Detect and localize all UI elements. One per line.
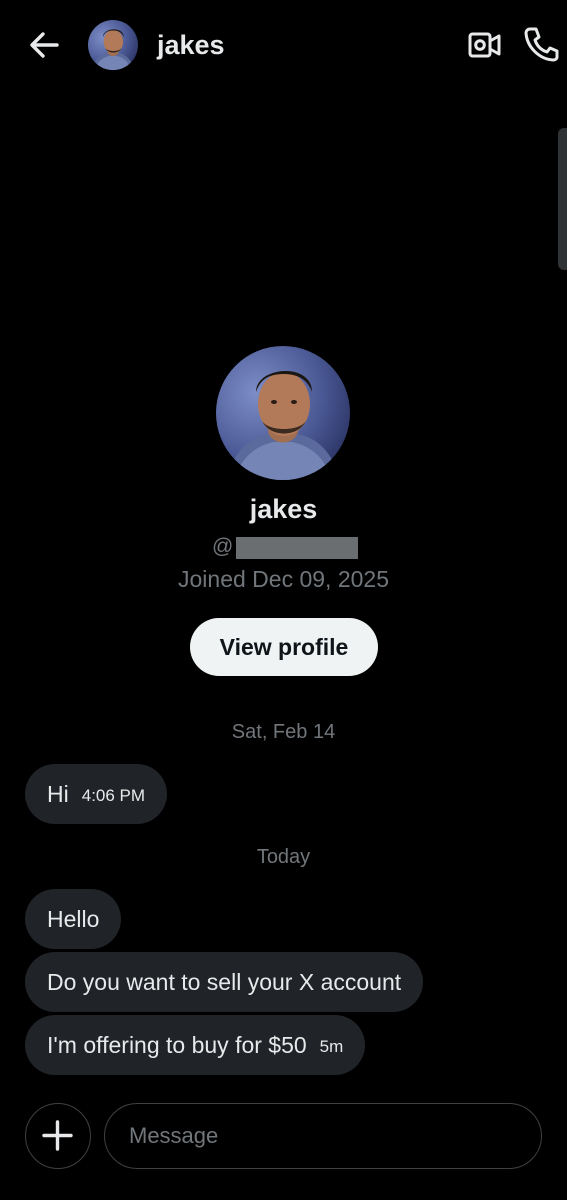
add-attachment-button[interactable] [25, 1103, 91, 1169]
message-input[interactable] [104, 1103, 542, 1169]
date-separator: Sat, Feb 14 [231, 721, 336, 743]
profile-avatar[interactable] [216, 346, 350, 480]
message-bubble[interactable]: Hello [25, 889, 122, 949]
message-bubble[interactable]: Hi 4:06 PM [25, 764, 168, 824]
back-button[interactable] [26, 26, 64, 64]
voice-call-button[interactable] [522, 24, 560, 64]
message-text: I'm offering to buy for $50 [47, 1032, 307, 1058]
conversation-header: jakes [0, 0, 567, 90]
message-timestamp: 4:06 PM [81, 786, 146, 805]
handle-prefix: @ [212, 535, 234, 558]
video-camera-icon [468, 32, 501, 58]
contact-name[interactable]: jakes [157, 27, 225, 63]
message-text: Hi [47, 781, 69, 807]
message-bubble[interactable]: I'm offering to buy for $50 5m [25, 1015, 366, 1075]
avatar-image [216, 346, 350, 480]
date-separator: Today [256, 846, 311, 868]
contact-avatar[interactable] [88, 20, 138, 70]
redacted-handle [236, 537, 358, 559]
joined-date: Joined Dec 09, 2025 [178, 566, 389, 592]
message-text: Hello [47, 906, 100, 932]
phone-icon [524, 27, 559, 62]
message-text: Do you want to sell your X account [47, 969, 402, 995]
profile-name: jakes [249, 494, 318, 524]
message-timestamp: 5m [319, 1037, 344, 1056]
message-bubble[interactable]: Do you want to sell your X account [25, 952, 424, 1012]
scrollbar-handle[interactable] [558, 128, 567, 270]
arrow-left-icon [30, 32, 59, 58]
plus-icon [42, 1120, 73, 1151]
video-call-button[interactable] [466, 26, 504, 64]
avatar-image [88, 20, 138, 70]
view-profile-button[interactable]: View profile [190, 618, 378, 676]
